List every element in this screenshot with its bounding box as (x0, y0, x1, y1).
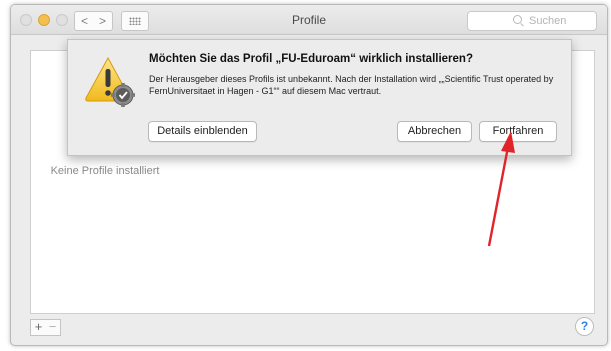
annotation-arrow (487, 131, 515, 247)
